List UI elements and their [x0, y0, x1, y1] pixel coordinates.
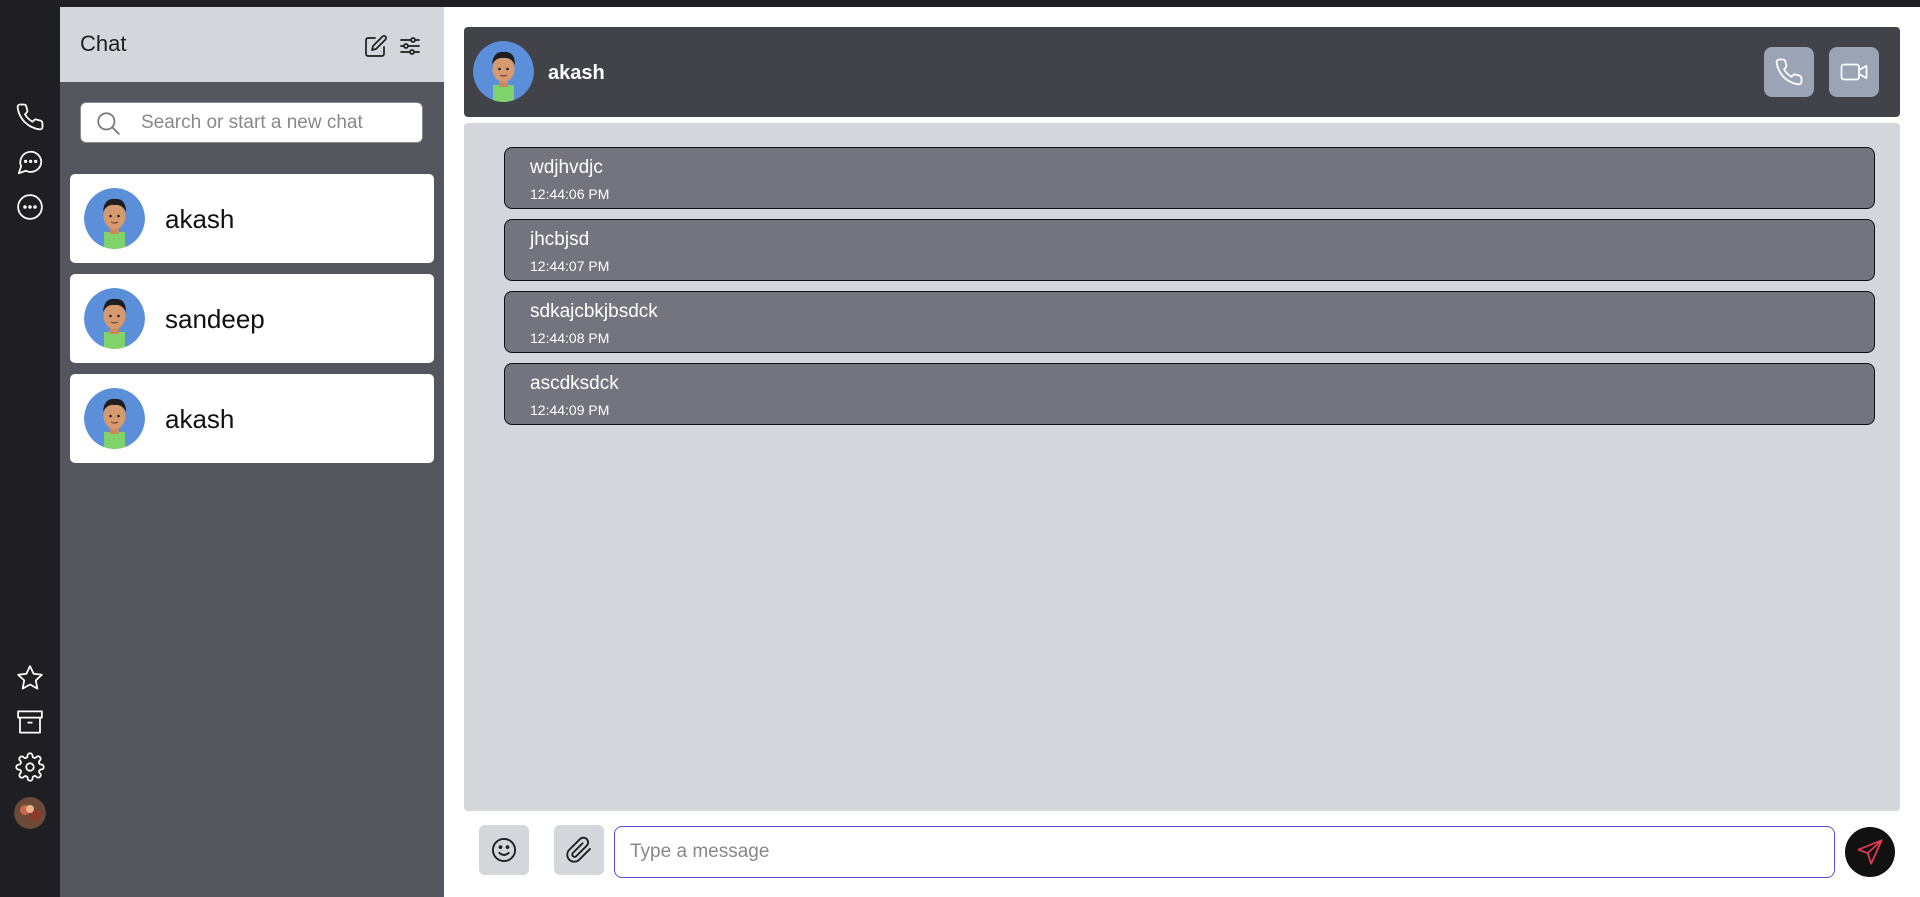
- search-box: [80, 102, 423, 143]
- send-button[interactable]: [1845, 827, 1895, 877]
- chat-contact-name: akash: [548, 62, 605, 84]
- phone-icon: [16, 103, 44, 131]
- chats-nav-button[interactable]: [12, 144, 48, 180]
- contact-item[interactable]: sandeep: [70, 274, 434, 363]
- avatar: [84, 388, 145, 449]
- message-text: jhcbjsd: [530, 229, 590, 250]
- contact-name: akash: [165, 204, 235, 234]
- attach-paperclip-icon: [566, 836, 591, 863]
- voice-call-icon: [1775, 58, 1803, 86]
- avatar: [84, 288, 145, 349]
- voice-call-button[interactable]: [1764, 47, 1814, 97]
- contact-item[interactable]: akash: [70, 174, 434, 263]
- settings-gear-icon: [15, 752, 45, 782]
- message-time: 12:44:09 PM: [530, 402, 610, 418]
- chat-list-title: Chat: [80, 31, 127, 56]
- message-time: 12:44:08 PM: [530, 330, 610, 346]
- message-bubble: wdjhvdjc 12:44:06 PM: [504, 147, 1875, 209]
- edit-icon: [365, 35, 387, 57]
- chat-list-panel: Chat akash sandeep akash: [60, 7, 444, 897]
- starred-nav-button[interactable]: [12, 660, 48, 696]
- emoji-button[interactable]: [479, 825, 529, 875]
- star-icon: [17, 665, 43, 690]
- archive-nav-button[interactable]: [12, 704, 48, 740]
- chat-bubble-icon: [17, 150, 43, 175]
- emoji-icon: [491, 837, 517, 863]
- contact-name: sandeep: [165, 304, 265, 334]
- message-bubble: sdkajcbkjbsdck 12:44:08 PM: [504, 291, 1875, 353]
- filter-button[interactable]: [396, 32, 424, 60]
- contact-name: akash: [165, 404, 235, 434]
- chat-header: akash: [464, 27, 1900, 117]
- search-icon: [97, 112, 120, 135]
- chat-area: akash wdjhvdjc 12:44:06 PM jhcbjsd 12:44…: [444, 7, 1920, 897]
- more-dots-icon: [17, 194, 43, 220]
- message-bubble: ascdksdck 12:44:09 PM: [504, 363, 1875, 425]
- video-call-button[interactable]: [1829, 47, 1879, 97]
- attach-button[interactable]: [554, 825, 604, 875]
- new-chat-button[interactable]: [362, 32, 390, 60]
- search-input[interactable]: [141, 103, 411, 142]
- contact-item[interactable]: akash: [70, 374, 434, 463]
- profile-avatar[interactable]: [14, 797, 46, 829]
- message-text: wdjhvdjc: [530, 157, 603, 178]
- message-bubble: jhcbjsd 12:44:07 PM: [504, 219, 1875, 281]
- avatar: [84, 188, 145, 249]
- message-time: 12:44:07 PM: [530, 258, 610, 274]
- messages-area: wdjhvdjc 12:44:06 PM jhcbjsd 12:44:07 PM…: [464, 123, 1900, 811]
- message-text: sdkajcbkjbsdck: [530, 301, 658, 322]
- calls-nav-button[interactable]: [12, 99, 48, 135]
- icon-rail: [0, 0, 60, 897]
- settings-nav-button[interactable]: [12, 749, 48, 785]
- profile-avatar-image: [14, 797, 46, 829]
- filter-sliders-icon: [400, 37, 420, 55]
- chat-contact-avatar[interactable]: [473, 41, 534, 102]
- message-text: ascdksdck: [530, 373, 619, 394]
- archive-icon: [17, 710, 43, 734]
- window-top-bar: [0, 0, 1920, 7]
- message-time: 12:44:06 PM: [530, 186, 610, 202]
- video-call-icon: [1840, 63, 1868, 81]
- send-icon: [1857, 839, 1883, 865]
- chat-list-header: Chat: [60, 7, 444, 82]
- more-nav-button[interactable]: [12, 189, 48, 225]
- message-input[interactable]: [614, 826, 1835, 878]
